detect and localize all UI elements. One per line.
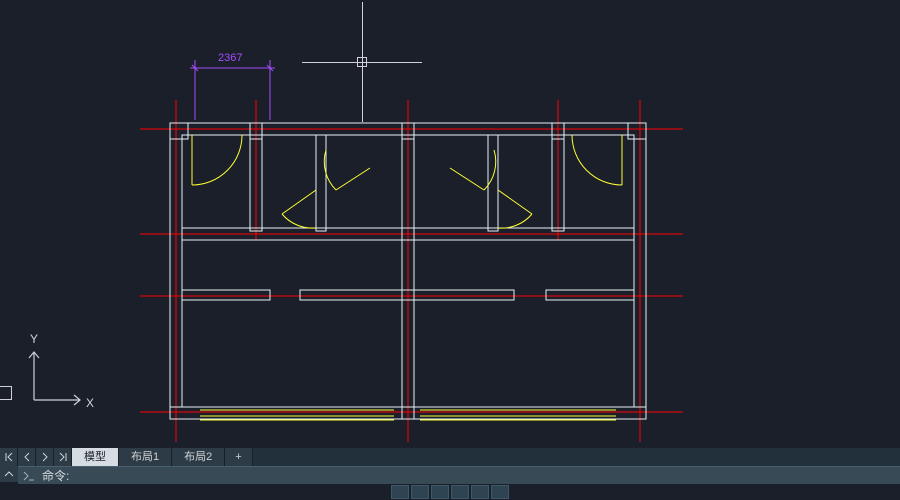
tab-nav-prev[interactable] (18, 448, 36, 466)
tab-nav-last[interactable] (54, 448, 72, 466)
status-btn-4[interactable] (451, 485, 469, 499)
status-btn-1[interactable] (391, 485, 409, 499)
status-btn-3[interactable] (431, 485, 449, 499)
drawing-content (0, 0, 900, 448)
status-btn-2[interactable] (411, 485, 429, 499)
status-btn-6[interactable] (491, 485, 509, 499)
tab-add[interactable]: + (225, 448, 252, 466)
command-icon (18, 467, 40, 485)
tab-model[interactable]: 模型 (72, 448, 119, 466)
command-input[interactable] (69, 467, 900, 485)
ucs-icon: X Y (20, 338, 100, 418)
tab-nav-next[interactable] (36, 448, 54, 466)
layout-tabs-bar: 模型 布局1 布局2 + (0, 448, 900, 466)
tab-layout1[interactable]: 布局1 (119, 448, 172, 466)
tab-layout2[interactable]: 布局2 (172, 448, 225, 466)
tab-nav-buttons (0, 448, 72, 466)
ucs-y-label: Y (30, 332, 38, 346)
dimension-value: 2367 (218, 52, 242, 64)
status-btn-5[interactable] (471, 485, 489, 499)
tab-nav-first[interactable] (0, 448, 18, 466)
drawing-canvas[interactable]: 2367 X Y (0, 0, 900, 448)
command-bar: 命令: (18, 466, 900, 484)
command-prompt: 命令: (40, 467, 69, 484)
ucs-x-label: X (86, 396, 94, 410)
status-bar (0, 484, 900, 500)
commandline-minimize[interactable] (0, 466, 18, 482)
